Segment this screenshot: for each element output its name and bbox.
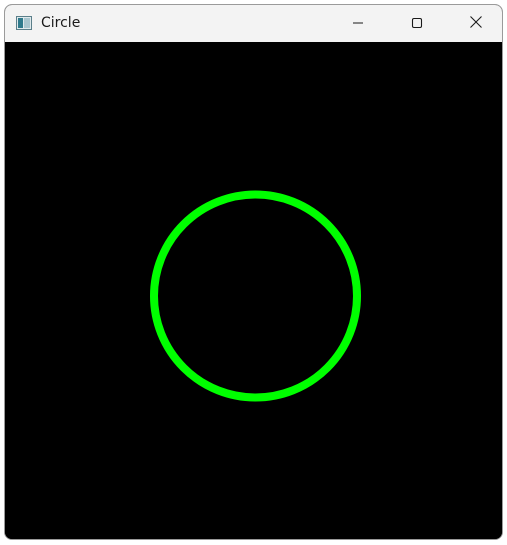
green-circle [150,190,361,402]
maximize-button[interactable] [394,5,440,42]
window-title: Circle [41,15,81,31]
minimize-icon [352,14,364,33]
close-button[interactable] [453,5,499,42]
title-bar[interactable]: Circle [5,5,502,42]
maximize-icon [411,14,423,33]
minimize-button[interactable] [335,5,381,42]
canvas-svg [150,190,361,402]
drawing-canvas [5,42,502,539]
app-window: Circle [4,4,503,540]
app-window-icon [16,15,32,30]
close-icon [469,14,483,33]
